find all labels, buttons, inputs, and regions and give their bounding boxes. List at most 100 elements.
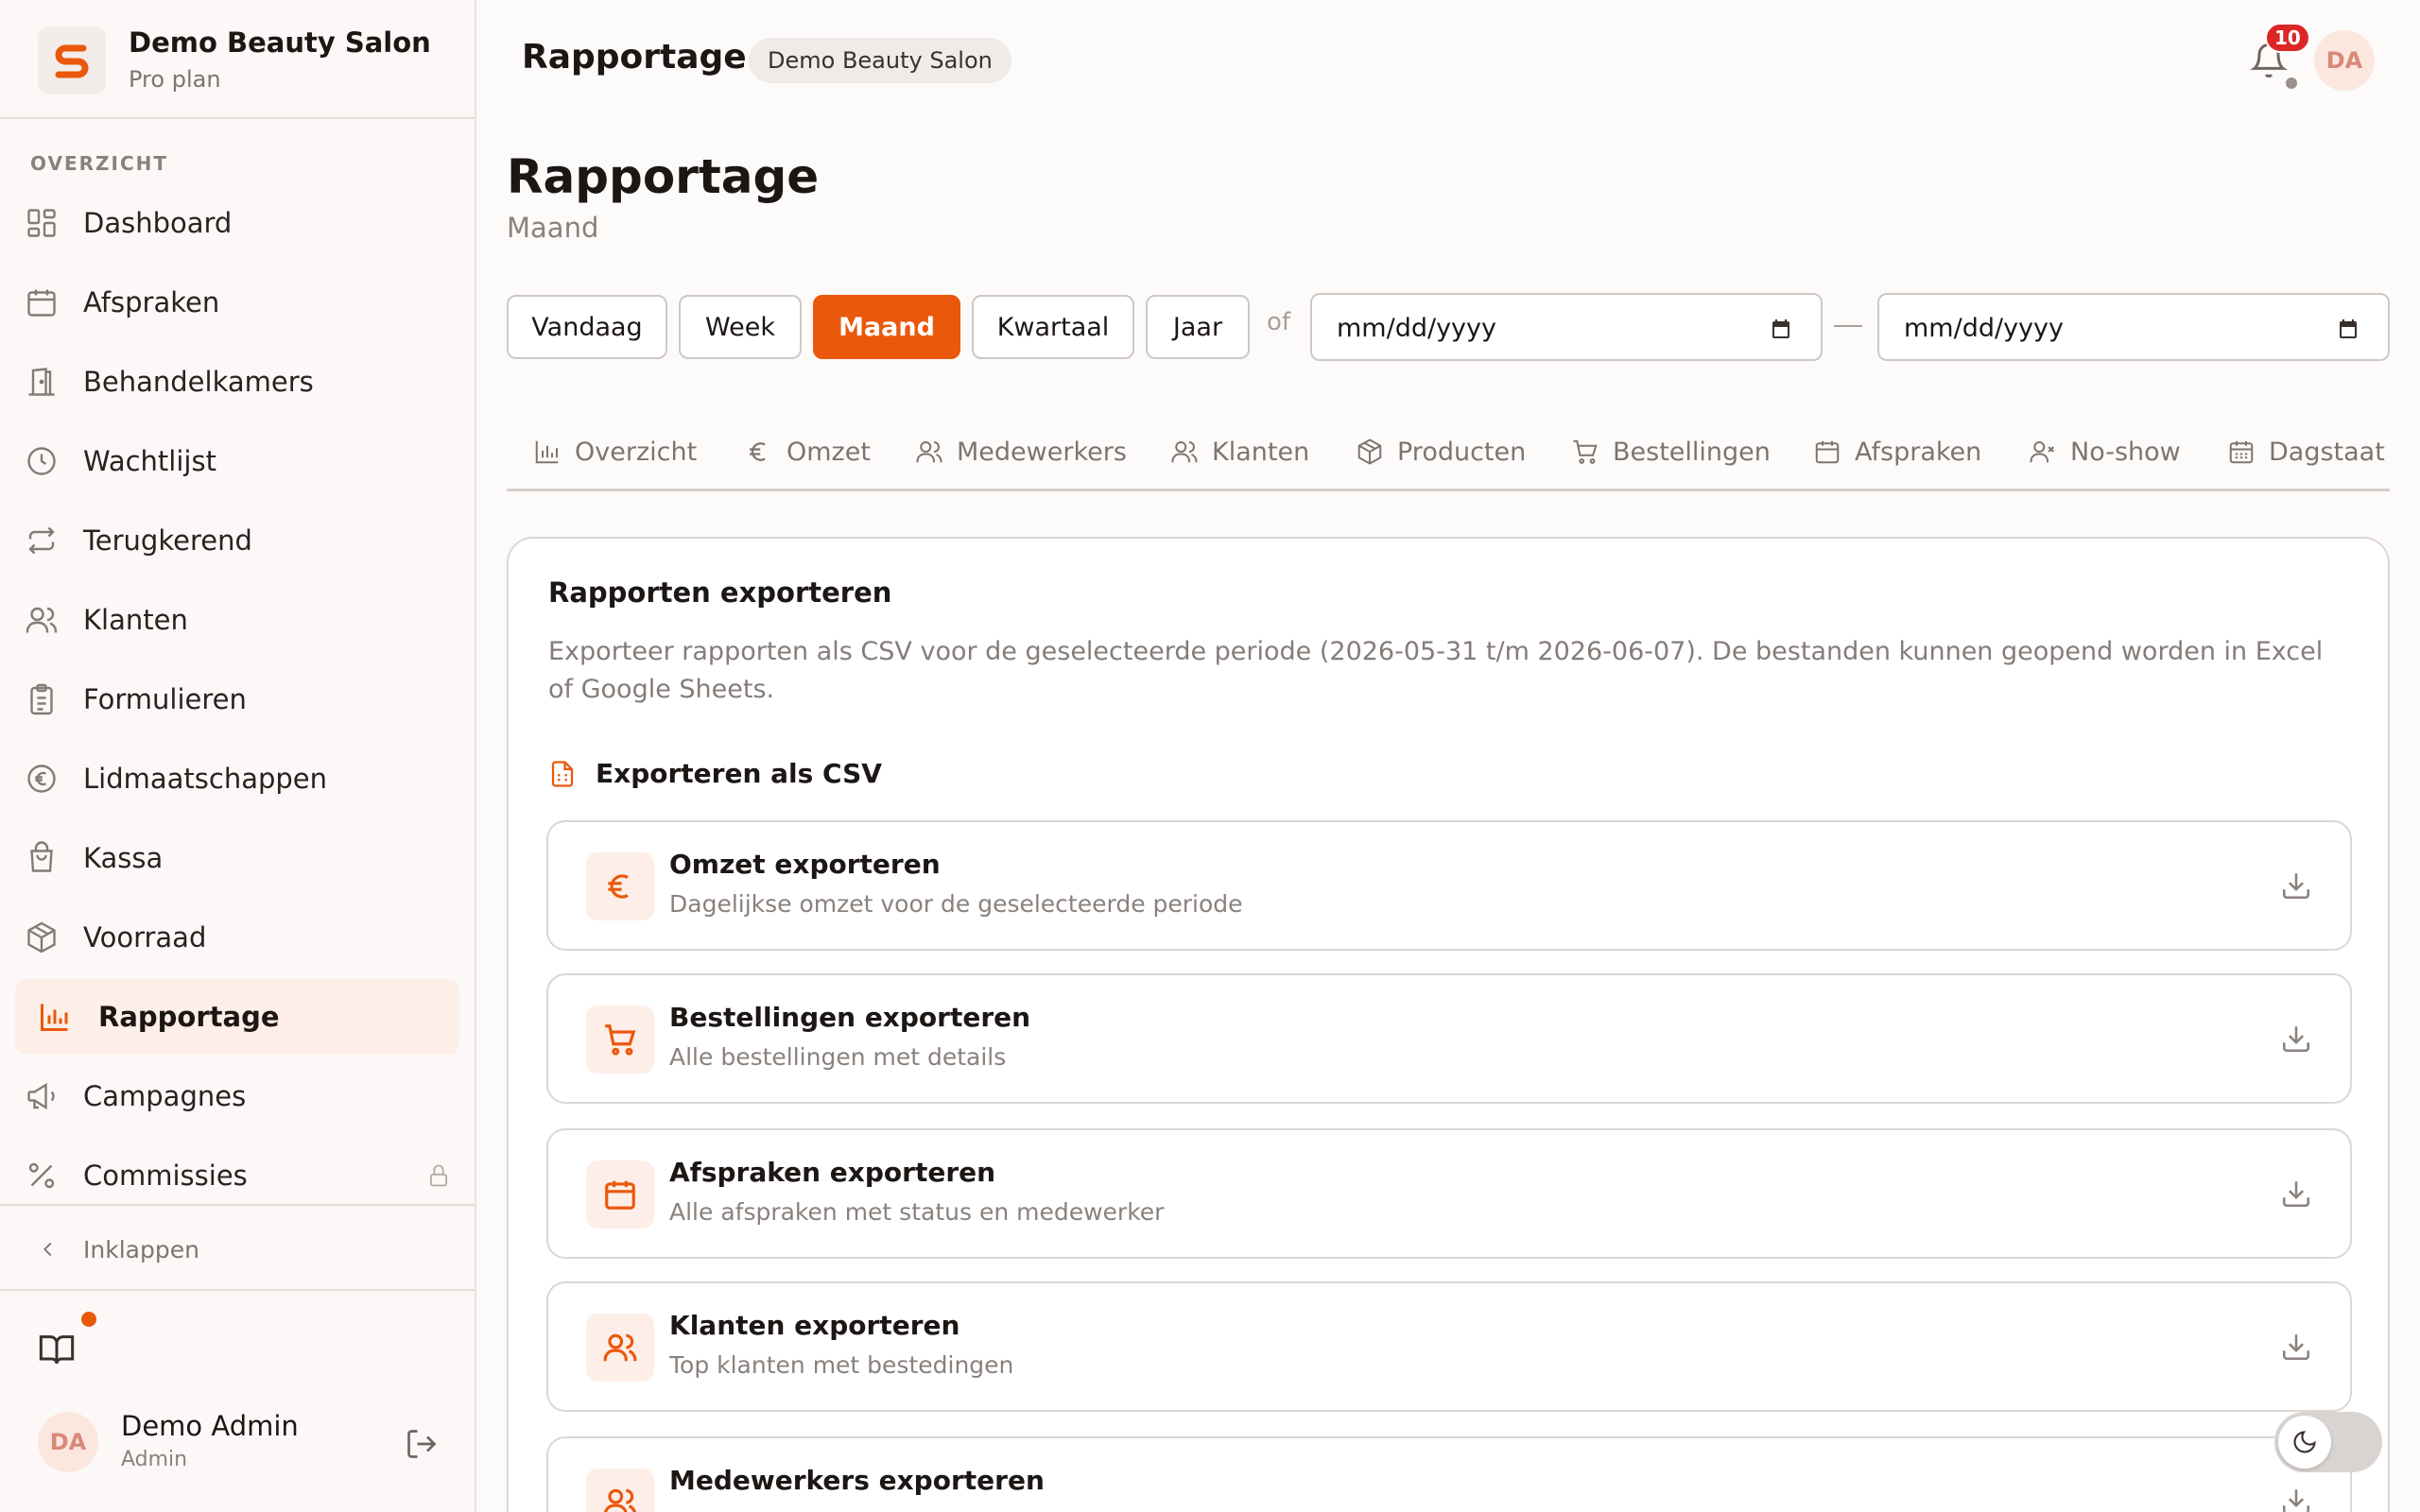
theme-toggle[interactable] [2274, 1412, 2382, 1472]
euro-icon [586, 852, 654, 920]
export-bestellingen-row[interactable]: Bestellingen exporteren Alle bestellinge… [546, 973, 2352, 1104]
sidebar-item-dashboard[interactable]: Dashboard [15, 185, 459, 261]
users-icon [586, 1314, 654, 1382]
collapse-label: Inklappen [83, 1235, 199, 1263]
moon-icon [2293, 1431, 2316, 1453]
sidebar-item-formulieren[interactable]: Formulieren [15, 662, 459, 737]
sidebar-item-kassa[interactable]: Kassa [15, 820, 459, 896]
export-klanten-row[interactable]: Klanten exporteren Top klanten met beste… [546, 1281, 2352, 1412]
file-spreadsheet-icon [551, 760, 574, 787]
nav-section-label: OVERZICHT [30, 152, 169, 175]
sidebar-item-label: Campagnes [83, 1080, 247, 1112]
export-omzet-row[interactable]: Omzet exporteren Dagelijkse omzet voor d… [546, 820, 2352, 951]
date-from-input[interactable]: mm/dd/yyyy [1310, 293, 1823, 361]
repeat-icon [28, 526, 55, 555]
calendar-icon[interactable] [1770, 318, 1792, 340]
tab-medewerkers[interactable]: Medewerkers [915, 433, 1127, 471]
tab-label: Medewerkers [957, 437, 1127, 467]
date-to-input[interactable]: mm/dd/yyyy [1877, 293, 2390, 361]
sidebar-item-label: Wachtlijst [83, 445, 216, 477]
sidebar-item-afspraken[interactable]: Afspraken [15, 265, 459, 340]
export-title: Bestellingen exporteren [669, 1002, 1031, 1033]
period-kwartaal-button[interactable]: Kwartaal [972, 295, 1134, 359]
report-tabs: Overzicht Omzet Medewerkers Klanten Prod… [507, 416, 2390, 491]
tab-label: Bestellingen [1613, 437, 1771, 467]
users-icon [1171, 441, 1198, 463]
export-subtitle: Alle afspraken met status en medewerker [669, 1198, 1165, 1226]
theme-toggle-knob [2278, 1416, 2331, 1469]
export-afspraken-row[interactable]: Afspraken exporteren Alle afspraken met … [546, 1128, 2352, 1259]
tab-omzet[interactable]: Omzet [745, 433, 871, 471]
sidebar-item-terugkerend[interactable]: Terugkerend [15, 503, 459, 578]
tab-overzicht[interactable]: Overzicht [533, 433, 697, 471]
export-subtitle: Dagelijkse omzet voor de geselecteerde p… [669, 890, 1243, 918]
users-icon [916, 441, 942, 463]
euro-icon [750, 442, 766, 461]
export-card-title: Rapporten exporteren [548, 576, 892, 609]
salon-chip: Demo Beauty Salon [749, 38, 1011, 83]
chevron-left-icon [43, 1242, 52, 1257]
sidebar-item-commissies[interactable]: Commissies [15, 1138, 459, 1213]
user-role: Admin [121, 1448, 188, 1471]
tab-bestellingen[interactable]: Bestellingen [1571, 433, 1771, 471]
export-title: Medewerkers exporteren [669, 1465, 1045, 1496]
tab-producten[interactable]: Producten [1356, 433, 1526, 471]
tab-label: Overzicht [575, 437, 698, 467]
download-icon[interactable] [2280, 1022, 2312, 1055]
brand-name: Demo Beauty Salon [129, 26, 431, 59]
lock-icon [429, 1164, 448, 1187]
cart-icon [586, 1005, 654, 1074]
tab-label: Afspraken [1855, 437, 1982, 467]
download-icon[interactable] [2280, 1177, 2312, 1210]
csv-heading-label: Exporteren als CSV [596, 758, 882, 789]
export-title: Omzet exporteren [669, 849, 941, 880]
sidebar-item-lidmaatschappen[interactable]: Lidmaatschappen [15, 741, 459, 816]
tab-label: Klanten [1212, 437, 1310, 467]
brand-logo [38, 26, 106, 94]
tab-afspraken[interactable]: Afspraken [1813, 433, 1981, 471]
period-vandaag-button[interactable]: Vandaag [507, 295, 667, 359]
sidebar-item-label: Afspraken [83, 286, 220, 318]
sidebar-item-rapportage[interactable]: Rapportage [15, 979, 459, 1055]
calendar-grid-icon [2229, 440, 2254, 464]
calendar-icon[interactable] [2337, 318, 2360, 340]
brand-header[interactable]: Demo Beauty Salon Pro plan [0, 0, 475, 119]
download-icon[interactable] [2280, 1331, 2312, 1363]
user-name: Demo Admin [121, 1410, 299, 1442]
door-icon [28, 368, 55, 396]
download-icon[interactable] [2280, 1486, 2312, 1512]
export-card-description: Exporteer rapporten als CSV voor de gese… [548, 637, 2324, 704]
notification-dot [81, 1312, 96, 1327]
sidebar-item-klanten[interactable]: Klanten [15, 582, 459, 658]
user-avatar[interactable]: DA [38, 1412, 98, 1472]
export-card: Rapporten exporteren Exporteer rapporten… [507, 537, 2390, 1512]
sidebar-item-behandelkamers[interactable]: Behandelkamers [15, 344, 459, 420]
period-maand-button[interactable]: Maand [813, 295, 960, 359]
book-icon[interactable] [38, 1331, 76, 1368]
collapse-button[interactable]: Inklappen [38, 1228, 199, 1270]
status-dot [2286, 77, 2297, 89]
sidebar-item-label: Voorraad [83, 921, 207, 954]
cart-icon [1573, 439, 1598, 464]
logout-icon[interactable] [405, 1427, 439, 1461]
calendar-icon [27, 289, 56, 317]
date-range-separator [1834, 325, 1862, 327]
sidebar-item-wachtlijst[interactable]: Wachtlijst [15, 423, 459, 499]
page-title: Rapportage [507, 149, 820, 204]
sidebar-item-voorraad[interactable]: Voorraad [15, 900, 459, 975]
tab-no-show[interactable]: No-show [2029, 433, 2181, 471]
tab-klanten[interactable]: Klanten [1170, 433, 1309, 471]
period-jaar-button[interactable]: Jaar [1146, 295, 1250, 359]
topbar-title: Rapportage [522, 38, 747, 77]
sidebar: Demo Beauty Salon Pro plan OVERZICHT Das… [0, 0, 476, 1512]
sidebar-item-label: Klanten [83, 604, 188, 636]
sidebar-item-label: Lidmaatschappen [83, 763, 328, 795]
download-icon[interactable] [2280, 869, 2312, 902]
calendar-icon [586, 1160, 654, 1228]
clipboard-icon [30, 683, 53, 715]
export-medewerkers-row[interactable]: Medewerkers exporteren [546, 1436, 2352, 1512]
period-week-button[interactable]: Week [679, 295, 802, 359]
tab-dagstaat[interactable]: Dagstaat [2227, 433, 2385, 471]
sidebar-item-campagnes[interactable]: Campagnes [15, 1058, 459, 1134]
topbar-avatar[interactable]: DA [2314, 30, 2375, 91]
